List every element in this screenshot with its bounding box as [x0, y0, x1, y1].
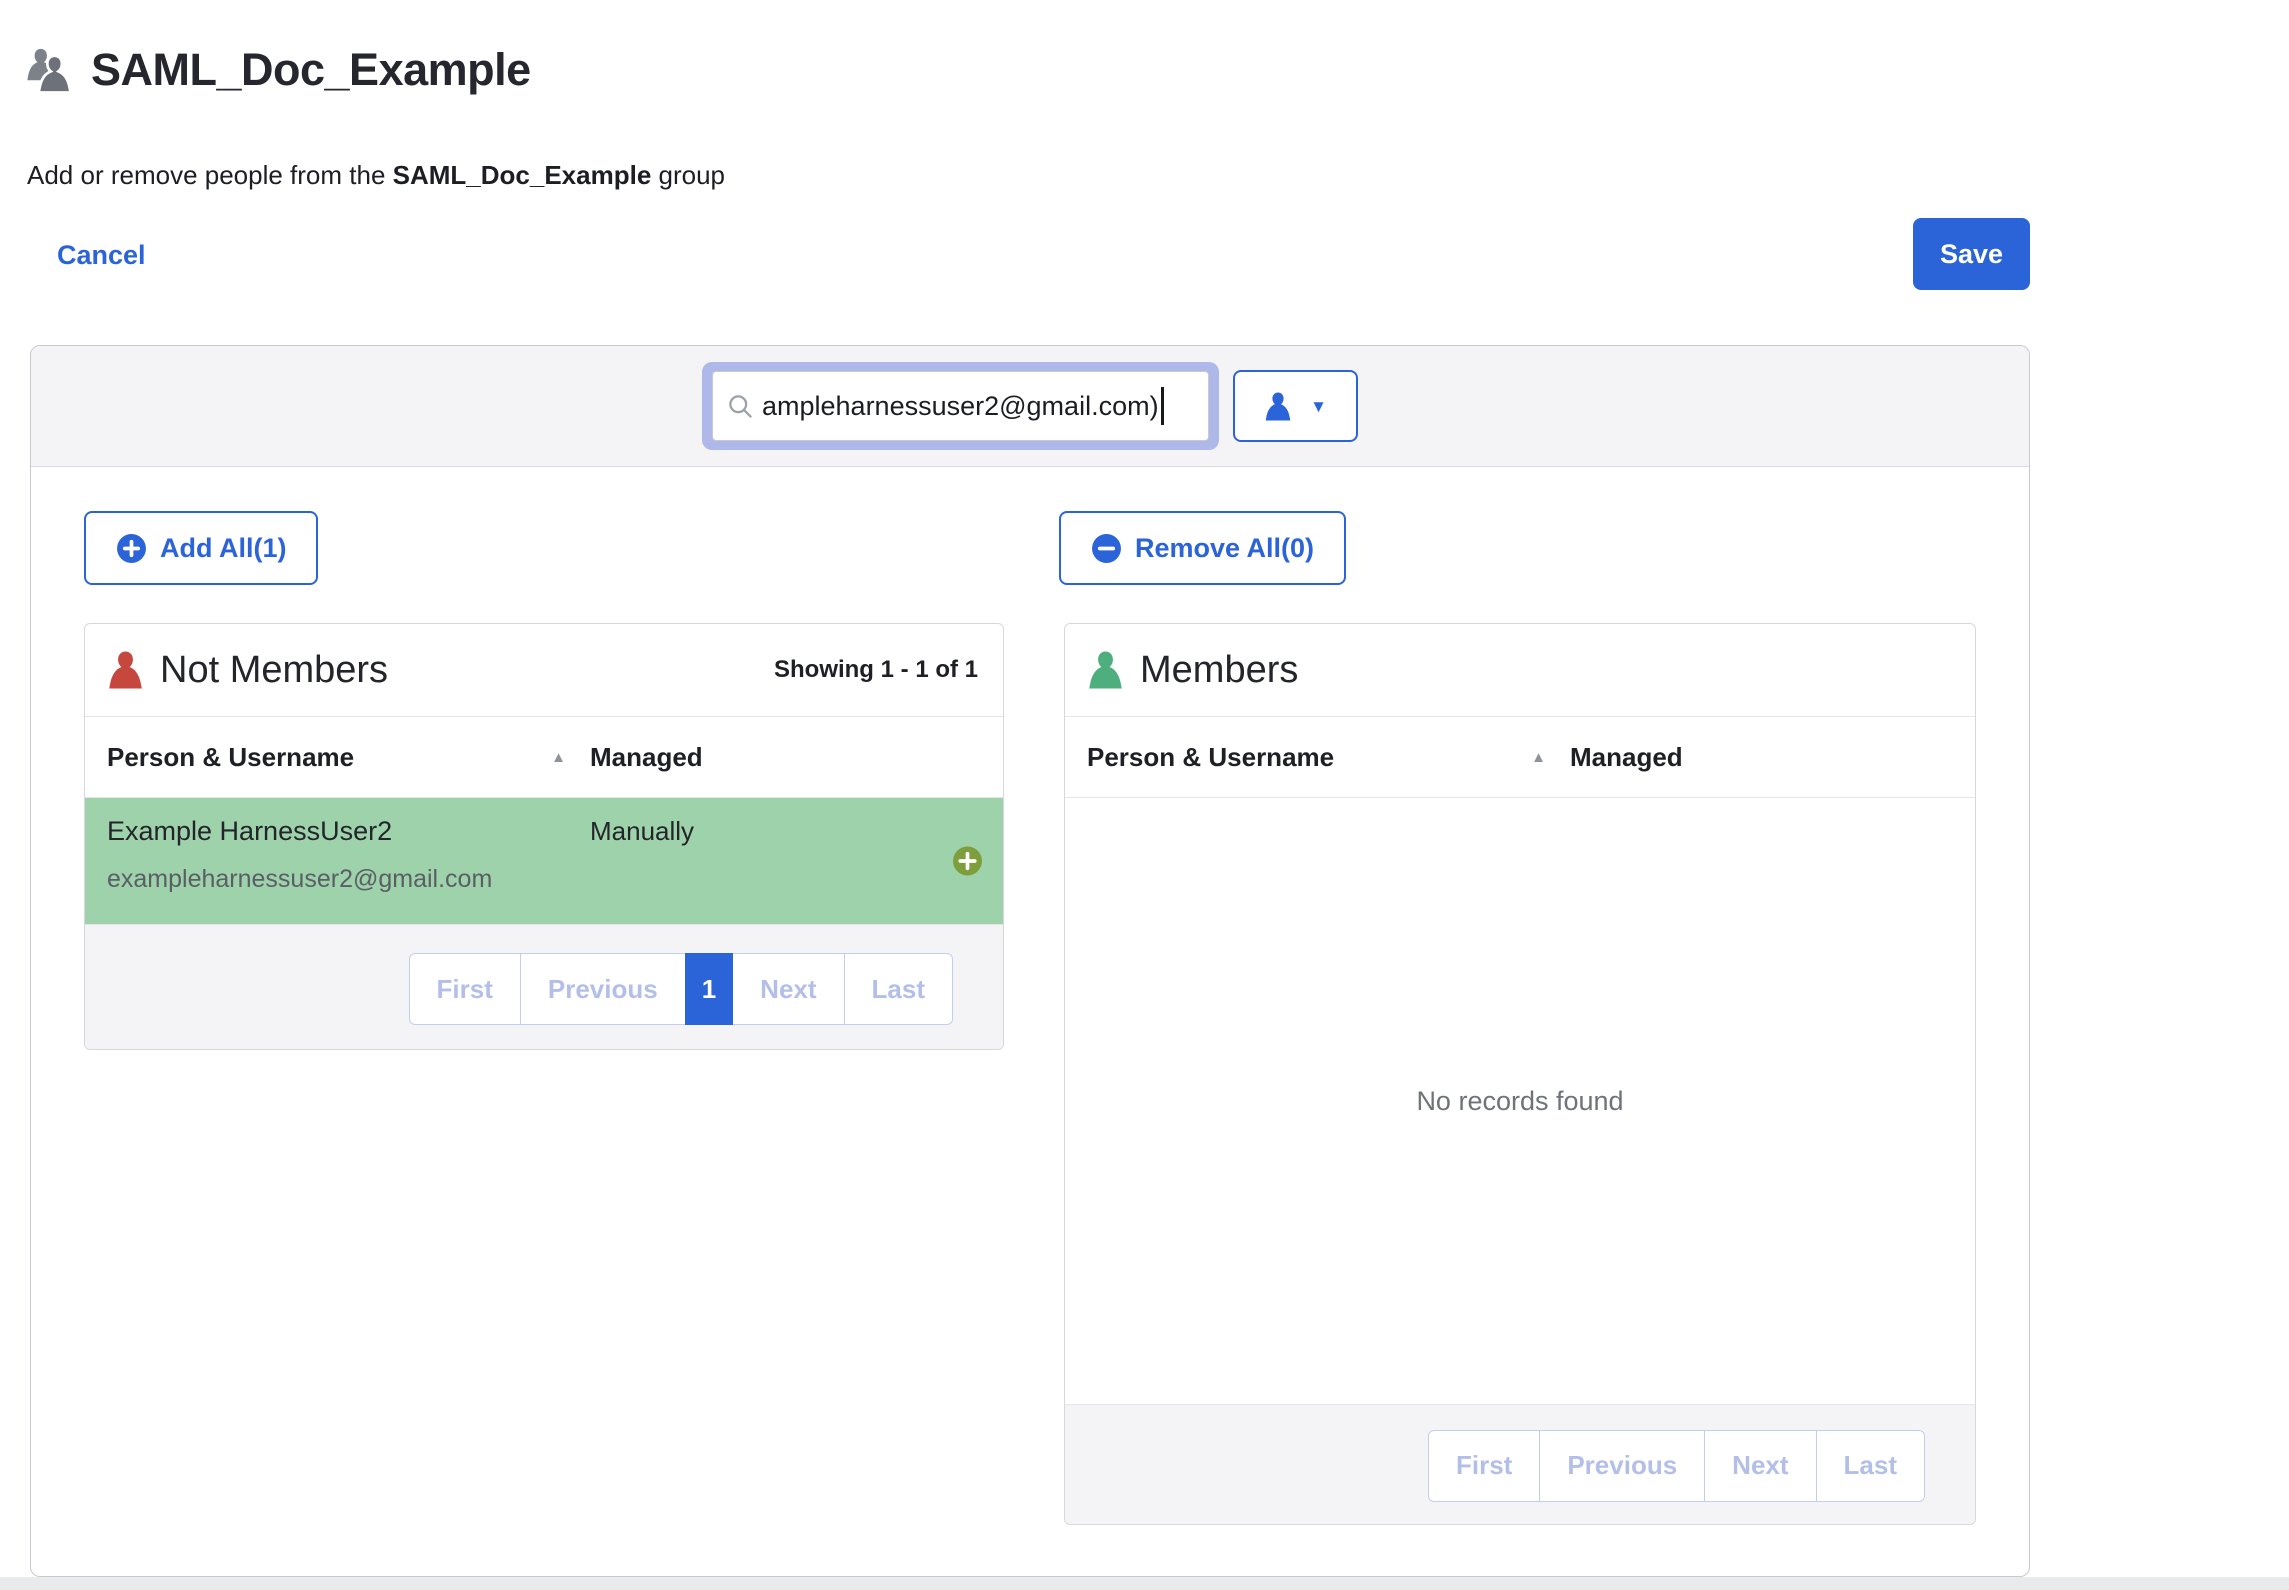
search-input-value: ampleharnessuser2@gmail.com): [762, 391, 1159, 422]
add-all-button[interactable]: Add All(1): [84, 511, 318, 585]
column-managed: Managed: [590, 742, 703, 773]
subtitle-prefix: Add or remove people from the: [27, 160, 393, 190]
pagination-previous-button[interactable]: Previous: [1539, 1430, 1705, 1502]
page-title: SAML_Doc_Example: [91, 44, 531, 96]
column-person-username-label: Person & Username: [1087, 742, 1334, 773]
not-members-pagination: First Previous 1 Next Last: [409, 953, 953, 1025]
table-row[interactable]: Example HarnessUser2 exampleharnessuser2…: [85, 798, 1003, 924]
pagination-first-button[interactable]: First: [1428, 1430, 1540, 1502]
no-records-text: No records found: [1416, 1086, 1623, 1117]
save-button[interactable]: Save: [1913, 218, 2030, 290]
not-members-title: Not Members: [160, 649, 388, 692]
search-input[interactable]: ampleharnessuser2@gmail.com): [712, 371, 1209, 441]
pagination-previous-button[interactable]: Previous: [520, 953, 686, 1025]
text-cursor: [1161, 387, 1164, 425]
search-scope-dropdown[interactable]: ▼: [1233, 370, 1358, 442]
pagination-first-button[interactable]: First: [409, 953, 521, 1025]
members-title: Members: [1140, 649, 1298, 692]
members-panel: Members Person & Username ▲ Managed No r…: [1064, 623, 1976, 1525]
column-managed: Managed: [1570, 742, 1683, 773]
row-person-cell: Example HarnessUser2 exampleharnessuser2…: [85, 798, 590, 924]
membership-editor: ampleharnessuser2@gmail.com) ▼ Add All(1…: [30, 345, 2030, 1577]
person-icon: [1264, 391, 1292, 422]
search-icon: [727, 393, 754, 420]
subtitle-group-name: SAML_Doc_Example: [393, 160, 652, 190]
subtitle-suffix: group: [651, 160, 725, 190]
column-person-username[interactable]: Person & Username ▲: [85, 742, 590, 773]
plus-circle-icon: [116, 533, 147, 564]
chevron-down-icon: ▼: [1310, 398, 1327, 415]
not-members-column-headers: Person & Username ▲ Managed: [85, 717, 1003, 798]
add-all-label: Add All(1): [160, 533, 286, 564]
members-header: Members: [1065, 624, 1975, 717]
page-header: SAML_Doc_Example: [25, 44, 531, 96]
search-bar: ampleharnessuser2@gmail.com) ▼: [31, 346, 2029, 467]
sort-asc-icon: ▲: [1531, 749, 1546, 766]
pagination-page-1-button[interactable]: 1: [685, 953, 733, 1025]
column-person-username-label: Person & Username: [107, 742, 354, 773]
group-membership-page: SAML_Doc_Example Add or remove people fr…: [0, 0, 2289, 1590]
minus-circle-icon: [1091, 533, 1122, 564]
page-subtitle: Add or remove people from the SAML_Doc_E…: [27, 160, 725, 191]
members-column-headers: Person & Username ▲ Managed: [1065, 717, 1975, 798]
page-bottom-strip: [0, 1577, 2289, 1590]
remove-all-label: Remove All(0): [1135, 533, 1314, 564]
column-person-username[interactable]: Person & Username ▲: [1065, 742, 1570, 773]
members-footer: First Previous Next Last: [1065, 1405, 1975, 1525]
pagination-next-button[interactable]: Next: [732, 953, 844, 1025]
person-username: exampleharnessuser2@gmail.com: [107, 865, 590, 894]
group-icon: [25, 46, 75, 94]
pagination-last-button[interactable]: Last: [1816, 1430, 1925, 1502]
not-members-panel: Not Members Showing 1 - 1 of 1 Person & …: [84, 623, 1004, 1050]
add-person-icon[interactable]: [952, 846, 983, 877]
row-managed-cell: Manually: [590, 798, 694, 924]
remove-all-button[interactable]: Remove All(0): [1059, 511, 1346, 585]
showing-count: Showing 1 - 1 of 1: [774, 656, 978, 684]
members-person-icon: [1087, 648, 1124, 692]
pagination-next-button[interactable]: Next: [1704, 1430, 1816, 1502]
not-members-person-icon: [107, 648, 144, 692]
members-empty-body: No records found: [1065, 798, 1975, 1405]
cancel-link[interactable]: Cancel: [57, 240, 146, 271]
not-members-footer: First Previous 1 Next Last: [85, 924, 1003, 1050]
panels-area: Add All(1) Remove All(0) Not Members Sho…: [31, 467, 2029, 1576]
members-pagination: First Previous Next Last: [1428, 1430, 1925, 1502]
sort-asc-icon: ▲: [551, 749, 566, 766]
person-name: Example HarnessUser2: [107, 816, 590, 847]
not-members-header: Not Members Showing 1 - 1 of 1: [85, 624, 1003, 717]
search-focus-ring: ampleharnessuser2@gmail.com): [702, 362, 1219, 450]
pagination-last-button[interactable]: Last: [844, 953, 953, 1025]
